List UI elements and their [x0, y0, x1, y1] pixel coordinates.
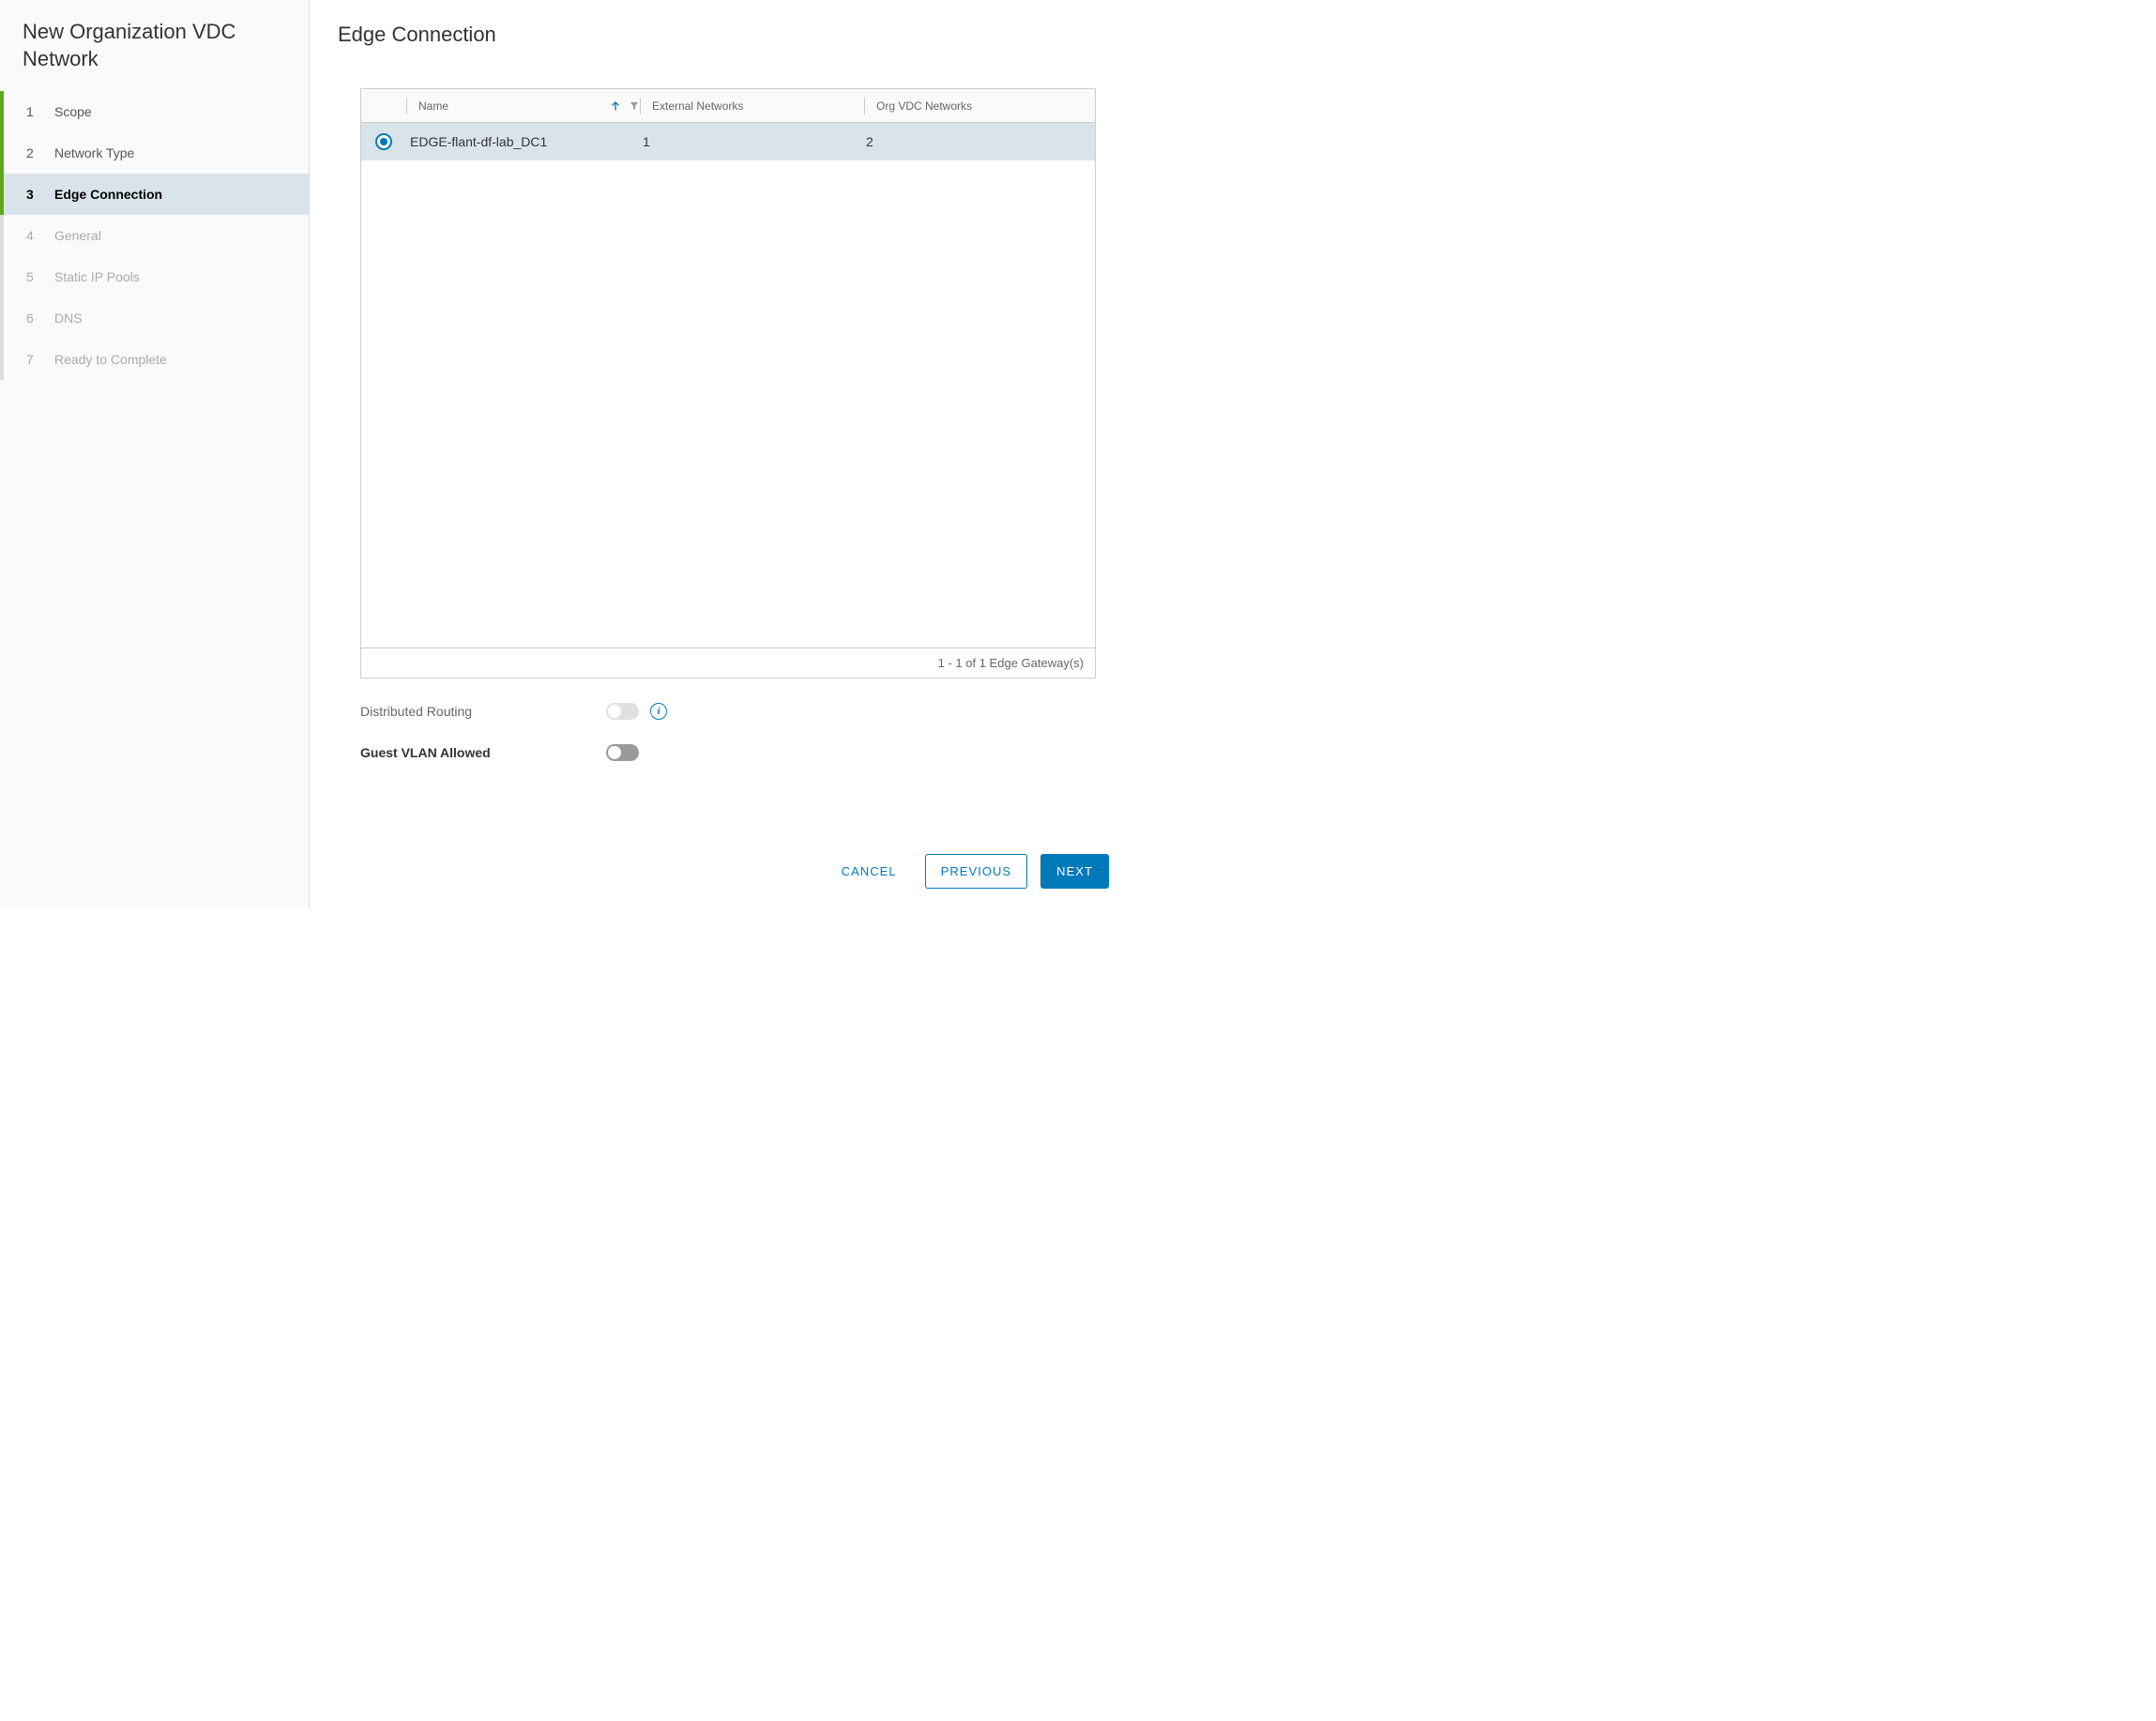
step-label: Network Type — [54, 145, 134, 160]
step-number: 6 — [26, 311, 45, 326]
step-label: Ready to Complete — [54, 352, 167, 367]
table-footer: 1 - 1 of 1 Edge Gateway(s) — [361, 647, 1095, 678]
step-network-type[interactable]: 2 Network Type — [0, 132, 309, 174]
table-row[interactable]: EDGE-flant-df-lab_DC1 1 2 — [361, 123, 1095, 160]
cell-org: 2 — [862, 134, 1095, 149]
guest-vlan-label: Guest VLAN Allowed — [360, 745, 606, 760]
guest-vlan-row: Guest VLAN Allowed — [360, 744, 1109, 761]
step-edge-connection[interactable]: 3 Edge Connection — [0, 174, 309, 215]
cell-name: EDGE-flant-df-lab_DC1 — [406, 134, 639, 149]
wizard-sidebar: New Organization VDC Network 1 Scope 2 N… — [0, 0, 310, 907]
table-header: Name External Networks Org V — [361, 89, 1095, 123]
distributed-routing-toggle — [606, 703, 639, 720]
step-number: 3 — [26, 187, 45, 202]
info-icon[interactable]: i — [650, 703, 667, 720]
col-org-label: Org VDC Networks — [873, 99, 976, 113]
col-name-label: Name — [415, 99, 452, 113]
step-number: 1 — [26, 104, 45, 119]
step-number: 2 — [26, 145, 45, 160]
table-body: EDGE-flant-df-lab_DC1 1 2 — [361, 123, 1095, 647]
step-dns: 6 DNS — [0, 297, 309, 339]
step-label: DNS — [54, 311, 83, 326]
col-external-label: External Networks — [648, 99, 747, 113]
step-number: 7 — [26, 352, 45, 367]
step-scope[interactable]: 1 Scope — [0, 91, 309, 132]
previous-button[interactable]: PREVIOUS — [925, 854, 1028, 889]
cell-external: 1 — [639, 134, 862, 149]
col-name-header[interactable]: Name — [407, 99, 640, 113]
filter-icon[interactable] — [629, 100, 640, 112]
distributed-routing-row: Distributed Routing i — [360, 703, 1109, 720]
col-org-header[interactable]: Org VDC Networks — [865, 99, 1095, 113]
col-external-header[interactable]: External Networks — [641, 99, 864, 113]
row-radio[interactable] — [375, 133, 392, 150]
wizard-dialog: New Organization VDC Network 1 Scope 2 N… — [0, 0, 1137, 907]
step-number: 5 — [26, 269, 45, 284]
wizard-main: Edge Connection Name — [310, 0, 1137, 907]
content-area: Name External Networks Org V — [338, 88, 1109, 826]
wizard-title: New Organization VDC Network — [0, 19, 309, 91]
edge-gateway-table: Name External Networks Org V — [360, 88, 1096, 678]
wizard-steps: 1 Scope 2 Network Type 3 Edge Connection… — [0, 91, 309, 380]
step-label: Edge Connection — [54, 187, 162, 202]
step-number: 4 — [26, 228, 45, 243]
step-label: Scope — [54, 104, 92, 119]
step-static-ip-pools: 5 Static IP Pools — [0, 256, 309, 297]
wizard-footer: CANCEL PREVIOUS NEXT — [338, 826, 1109, 889]
distributed-routing-label: Distributed Routing — [360, 704, 606, 719]
next-button[interactable]: NEXT — [1040, 854, 1109, 889]
page-title: Edge Connection — [338, 23, 1109, 47]
guest-vlan-toggle[interactable] — [606, 744, 639, 761]
step-label: Static IP Pools — [54, 269, 140, 284]
step-ready-to-complete: 7 Ready to Complete — [0, 339, 309, 380]
sort-asc-icon[interactable] — [610, 100, 621, 112]
step-general: 4 General — [0, 215, 309, 256]
cancel-button[interactable]: CANCEL — [827, 854, 912, 889]
step-label: General — [54, 228, 101, 243]
